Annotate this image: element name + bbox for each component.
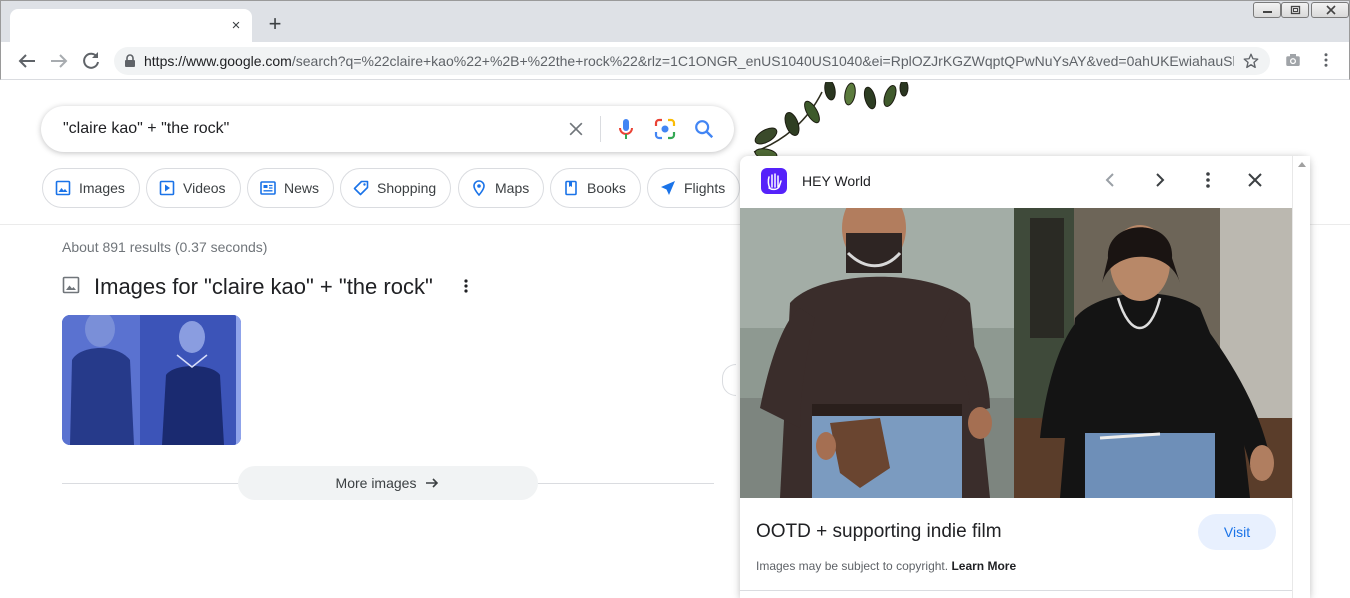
preview-image[interactable] — [740, 208, 1292, 498]
chip-news[interactable]: News — [247, 168, 335, 208]
url-text: https://www.google.com/search?q=%22clair… — [144, 53, 1234, 69]
chip-images[interactable]: Images — [42, 168, 140, 208]
leaves-decoration — [753, 82, 909, 158]
book-icon — [565, 180, 577, 196]
site-favicon — [761, 168, 787, 194]
site-name[interactable]: HEY World — [802, 173, 871, 189]
browser-tab[interactable]: × — [10, 9, 252, 43]
scroll-up-arrow-icon[interactable] — [1298, 162, 1306, 167]
forward-arrow-icon[interactable] — [47, 49, 71, 73]
learn-more-link[interactable]: Learn More — [951, 559, 1016, 573]
search-icon[interactable] — [693, 118, 715, 140]
reload-icon[interactable] — [79, 49, 103, 73]
chip-flights[interactable]: Flights — [647, 168, 741, 208]
search-input[interactable]: "claire kao" + "the rock" — [63, 120, 229, 138]
chip-books[interactable]: Books — [550, 168, 641, 208]
map-pin-icon — [473, 180, 485, 196]
browser-toolbar: https://www.google.com/search?q=%22clair… — [0, 42, 1350, 80]
back-arrow-icon[interactable] — [15, 49, 39, 73]
browser-menu-icon[interactable] — [1317, 51, 1335, 69]
search-divider — [600, 116, 601, 142]
more-images-button[interactable]: More images — [238, 466, 538, 500]
chip-label: Videos — [183, 180, 226, 196]
lens-search-icon[interactable] — [653, 117, 677, 141]
camera-icon[interactable] — [1284, 51, 1302, 69]
chip-label: Flights — [684, 180, 726, 196]
close-window-icon — [1326, 5, 1336, 15]
minimize-icon — [1263, 11, 1272, 13]
image-icon — [62, 276, 80, 294]
url-host: https://www.google.com — [144, 53, 292, 69]
chip-label: News — [284, 180, 320, 196]
plane-icon — [661, 181, 675, 195]
panel-header: HEY World — [740, 156, 1292, 208]
address-bar[interactable]: https://www.google.com/search?q=%22clair… — [114, 47, 1270, 75]
copyright-text: Images may be subject to copyright. — [756, 559, 949, 573]
panel-more-options-icon[interactable] — [1198, 170, 1218, 190]
minimize-button[interactable] — [1253, 2, 1281, 18]
panel-divider — [740, 590, 1292, 591]
chip-label: Books — [587, 180, 626, 196]
images-heading[interactable]: Images for "claire kao" + "the rock" — [94, 274, 433, 300]
preview-photo — [740, 208, 1292, 498]
result-title[interactable]: OOTD + supporting indie film — [756, 521, 1002, 543]
chip-label: Images — [79, 180, 125, 196]
tag-icon — [353, 180, 369, 196]
news-icon — [260, 181, 276, 195]
maximize-icon — [1290, 5, 1301, 15]
browser-tab-strip: × + — [0, 0, 1350, 43]
image-preview-panel: HEY World OOTD + supporting indie film V… — [740, 156, 1310, 598]
tab-close-icon[interactable]: × — [228, 18, 244, 34]
chip-videos[interactable]: Videos — [146, 168, 241, 208]
more-images-label: More images — [335, 475, 417, 491]
lock-icon[interactable] — [124, 54, 136, 68]
chip-shopping[interactable]: Shopping — [340, 168, 452, 208]
hey-hand-icon — [767, 173, 782, 191]
arrow-right-icon — [426, 478, 439, 488]
close-window-button[interactable] — [1311, 2, 1349, 18]
image-result-thumbnail[interactable] — [62, 315, 241, 445]
url-path: /search?q=%22claire+kao%22+%2B+%22the+ro… — [291, 53, 1234, 69]
chip-label: Maps — [495, 180, 530, 196]
bookmark-star-icon[interactable] — [1242, 52, 1260, 70]
video-icon — [159, 180, 175, 196]
panel-scrollbar[interactable] — [1292, 156, 1310, 598]
visit-button[interactable]: Visit — [1198, 514, 1276, 550]
result-stats: About 891 results (0.37 seconds) — [62, 239, 268, 255]
close-panel-icon[interactable] — [1245, 170, 1265, 190]
copyright-notice: Images may be subject to copyright. Lear… — [756, 559, 1016, 573]
new-tab-button[interactable]: + — [263, 13, 287, 37]
chevron-left-icon[interactable] — [1101, 170, 1121, 190]
image-icon — [55, 180, 71, 196]
chip-maps[interactable]: Maps — [458, 168, 545, 208]
search-box[interactable]: "claire kao" + "the rock" — [41, 106, 734, 152]
thumbnail-image — [62, 315, 241, 445]
panel-collapse-handle[interactable] — [722, 364, 736, 396]
chevron-right-icon[interactable] — [1149, 170, 1169, 190]
chip-label: Shopping — [377, 180, 437, 196]
more-options-icon[interactable] — [460, 278, 472, 294]
clear-search-icon[interactable] — [566, 119, 586, 139]
voice-search-icon[interactable] — [614, 117, 638, 141]
maximize-button[interactable] — [1281, 2, 1309, 18]
